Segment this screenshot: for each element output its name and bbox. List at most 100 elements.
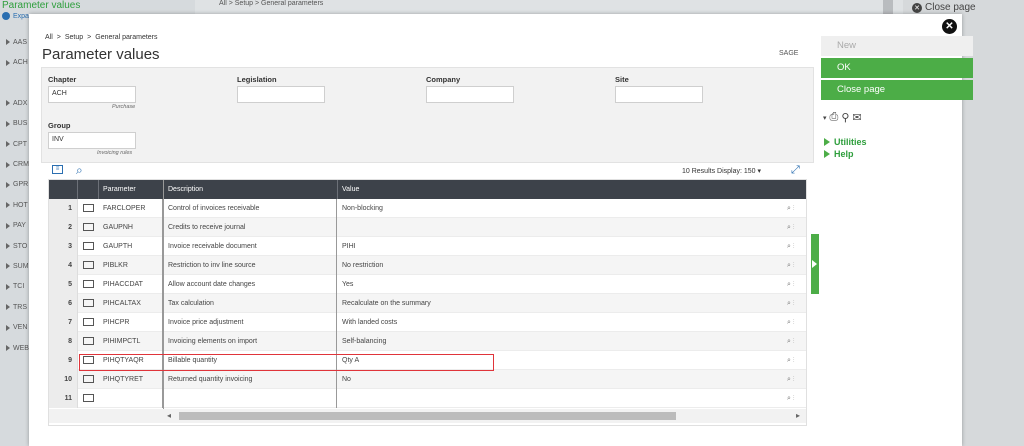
row-number: 11 xyxy=(49,389,78,408)
background-nav-label: CPT xyxy=(13,140,27,148)
description-cell: Invoice price adjustment xyxy=(164,313,337,332)
group-field[interactable]: INV xyxy=(48,132,136,149)
header-description[interactable]: Description xyxy=(164,180,338,199)
parameter-cell[interactable]: GAUPTH xyxy=(99,237,163,256)
description-cell: Restriction to inv line source xyxy=(164,256,337,275)
expand-icon[interactable]: ⤢ xyxy=(791,164,800,177)
header-num xyxy=(49,180,78,199)
row-number: 5 xyxy=(49,275,78,294)
value-cell[interactable]: PIHI xyxy=(338,237,783,256)
scroll-left-icon[interactable]: ◂ xyxy=(167,411,171,420)
value-cell[interactable]: Non-blocking xyxy=(338,199,783,218)
close-page-button[interactable]: Close page xyxy=(821,80,973,100)
value-cell[interactable]: No xyxy=(338,370,783,389)
row-detail-icon[interactable] xyxy=(79,313,98,332)
help-link[interactable]: Help xyxy=(824,149,854,159)
triangle-right-icon xyxy=(6,181,10,188)
legislation-field[interactable] xyxy=(237,86,325,103)
row-actions[interactable]: ⌕ ⋮ xyxy=(787,294,806,313)
horizontal-scrollbar[interactable]: ◂ ▸ xyxy=(49,409,806,423)
scroll-thumb[interactable] xyxy=(179,412,676,420)
value-cell[interactable]: No restriction xyxy=(338,256,783,275)
description-cell: Allow account date changes xyxy=(164,275,337,294)
parameter-cell[interactable]: PIBLKR xyxy=(99,256,163,275)
background-nav-label: ADX xyxy=(13,99,28,107)
parameter-cell[interactable]: PIHACCDAT xyxy=(99,275,163,294)
parameter-cell[interactable]: GAUPNH xyxy=(99,218,163,237)
row-detail-icon[interactable] xyxy=(79,218,98,237)
ok-button[interactable]: OK xyxy=(821,58,973,78)
background-nav-label: CRM xyxy=(13,161,29,169)
attachment-icon[interactable]: ⚲ xyxy=(841,111,849,124)
header-value[interactable]: Value xyxy=(338,180,806,199)
value-cell[interactable] xyxy=(338,218,783,237)
parameter-cell[interactable]: FARCLOPER xyxy=(99,199,163,218)
parameter-cell[interactable]: PIHQTYRET xyxy=(99,370,163,389)
background-nav-label: HOT xyxy=(13,201,28,209)
row-actions[interactable]: ⌕ ⋮ xyxy=(787,199,806,218)
row-number: 9 xyxy=(49,351,78,370)
highlighted-row-outline xyxy=(79,354,494,371)
row-actions[interactable]: ⌕ ⋮ xyxy=(787,218,806,237)
value-cell[interactable]: With landed costs xyxy=(338,313,783,332)
breadcrumb-all[interactable]: All xyxy=(45,34,53,41)
background-nav-label: PAY xyxy=(13,222,26,230)
row-detail-icon[interactable] xyxy=(79,275,98,294)
breadcrumb-separator: > xyxy=(87,34,92,41)
comment-icon[interactable]: ✉ xyxy=(852,111,861,124)
header-parameter[interactable]: Parameter xyxy=(99,180,164,199)
parameter-cell[interactable]: PIHIMPCTL xyxy=(99,332,163,351)
folder-badge: SAGE xyxy=(779,50,799,57)
company-field[interactable] xyxy=(426,86,514,103)
value-cell[interactable]: Recalculate on the summary xyxy=(338,294,783,313)
row-actions[interactable]: ⌕ ⋮ xyxy=(787,275,806,294)
row-actions[interactable]: ⌕ ⋮ xyxy=(787,313,806,332)
row-actions[interactable]: ⌕ ⋮ xyxy=(787,256,806,275)
background-expand[interactable]: Expa xyxy=(2,12,29,20)
row-detail-icon[interactable] xyxy=(79,389,98,408)
row-detail-icon[interactable] xyxy=(79,294,98,313)
panel-toggle[interactable] xyxy=(811,234,819,294)
new-button[interactable]: New xyxy=(821,36,973,56)
value-cell[interactable]: Yes xyxy=(338,275,783,294)
description-cell: Credits to receive journal xyxy=(164,218,337,237)
row-actions[interactable]: ⌕ ⋮ xyxy=(787,389,806,408)
scroll-right-icon[interactable]: ▸ xyxy=(796,411,800,420)
chevron-down-icon[interactable]: ▾ xyxy=(758,168,762,175)
background-scrollbar[interactable] xyxy=(883,0,893,14)
close-icon[interactable]: ✕ xyxy=(942,19,957,34)
row-actions[interactable]: ⌕ ⋮ xyxy=(787,351,806,370)
triangle-right-icon xyxy=(6,243,10,250)
row-actions[interactable]: ⌕ ⋮ xyxy=(787,237,806,256)
utilities-link[interactable]: Utilities xyxy=(824,137,867,147)
breadcrumb-setup[interactable]: Setup xyxy=(65,34,83,41)
row-detail-icon[interactable] xyxy=(79,370,98,389)
row-detail-icon[interactable] xyxy=(79,237,98,256)
value-cell[interactable] xyxy=(338,389,783,408)
detail-icon xyxy=(83,318,94,327)
background-nav-label: GPR xyxy=(13,181,29,189)
detail-icon xyxy=(83,261,94,270)
detail-icon xyxy=(83,204,94,213)
dropdown-icon[interactable]: ▾ xyxy=(823,114,827,122)
parameter-cell[interactable] xyxy=(99,389,163,408)
row-actions[interactable]: ⌕ ⋮ xyxy=(787,332,806,351)
grid-view-icon[interactable]: ≡ xyxy=(52,165,63,174)
parameter-cell[interactable]: PIHCALTAX xyxy=(99,294,163,313)
value-cell[interactable]: Self-balancing xyxy=(338,332,783,351)
print-icon[interactable]: ⎙ xyxy=(830,111,839,124)
chapter-field[interactable]: ACH xyxy=(48,86,136,103)
row-detail-icon[interactable] xyxy=(79,256,98,275)
search-icon[interactable]: ⌕ xyxy=(76,163,83,178)
breadcrumb-general-parameters[interactable]: General parameters xyxy=(95,34,157,41)
chapter-hint: Purchase xyxy=(112,104,136,110)
row-detail-icon[interactable] xyxy=(79,199,98,218)
background-close-page[interactable]: ✕ Close page xyxy=(912,2,976,13)
row-detail-icon[interactable] xyxy=(79,332,98,351)
chevron-right-icon xyxy=(812,260,817,268)
parameter-cell[interactable]: PIHCPR xyxy=(99,313,163,332)
display-select[interactable]: 150 xyxy=(744,168,756,175)
site-field[interactable] xyxy=(615,86,703,103)
row-actions[interactable]: ⌕ ⋮ xyxy=(787,370,806,389)
row-number: 6 xyxy=(49,294,78,313)
